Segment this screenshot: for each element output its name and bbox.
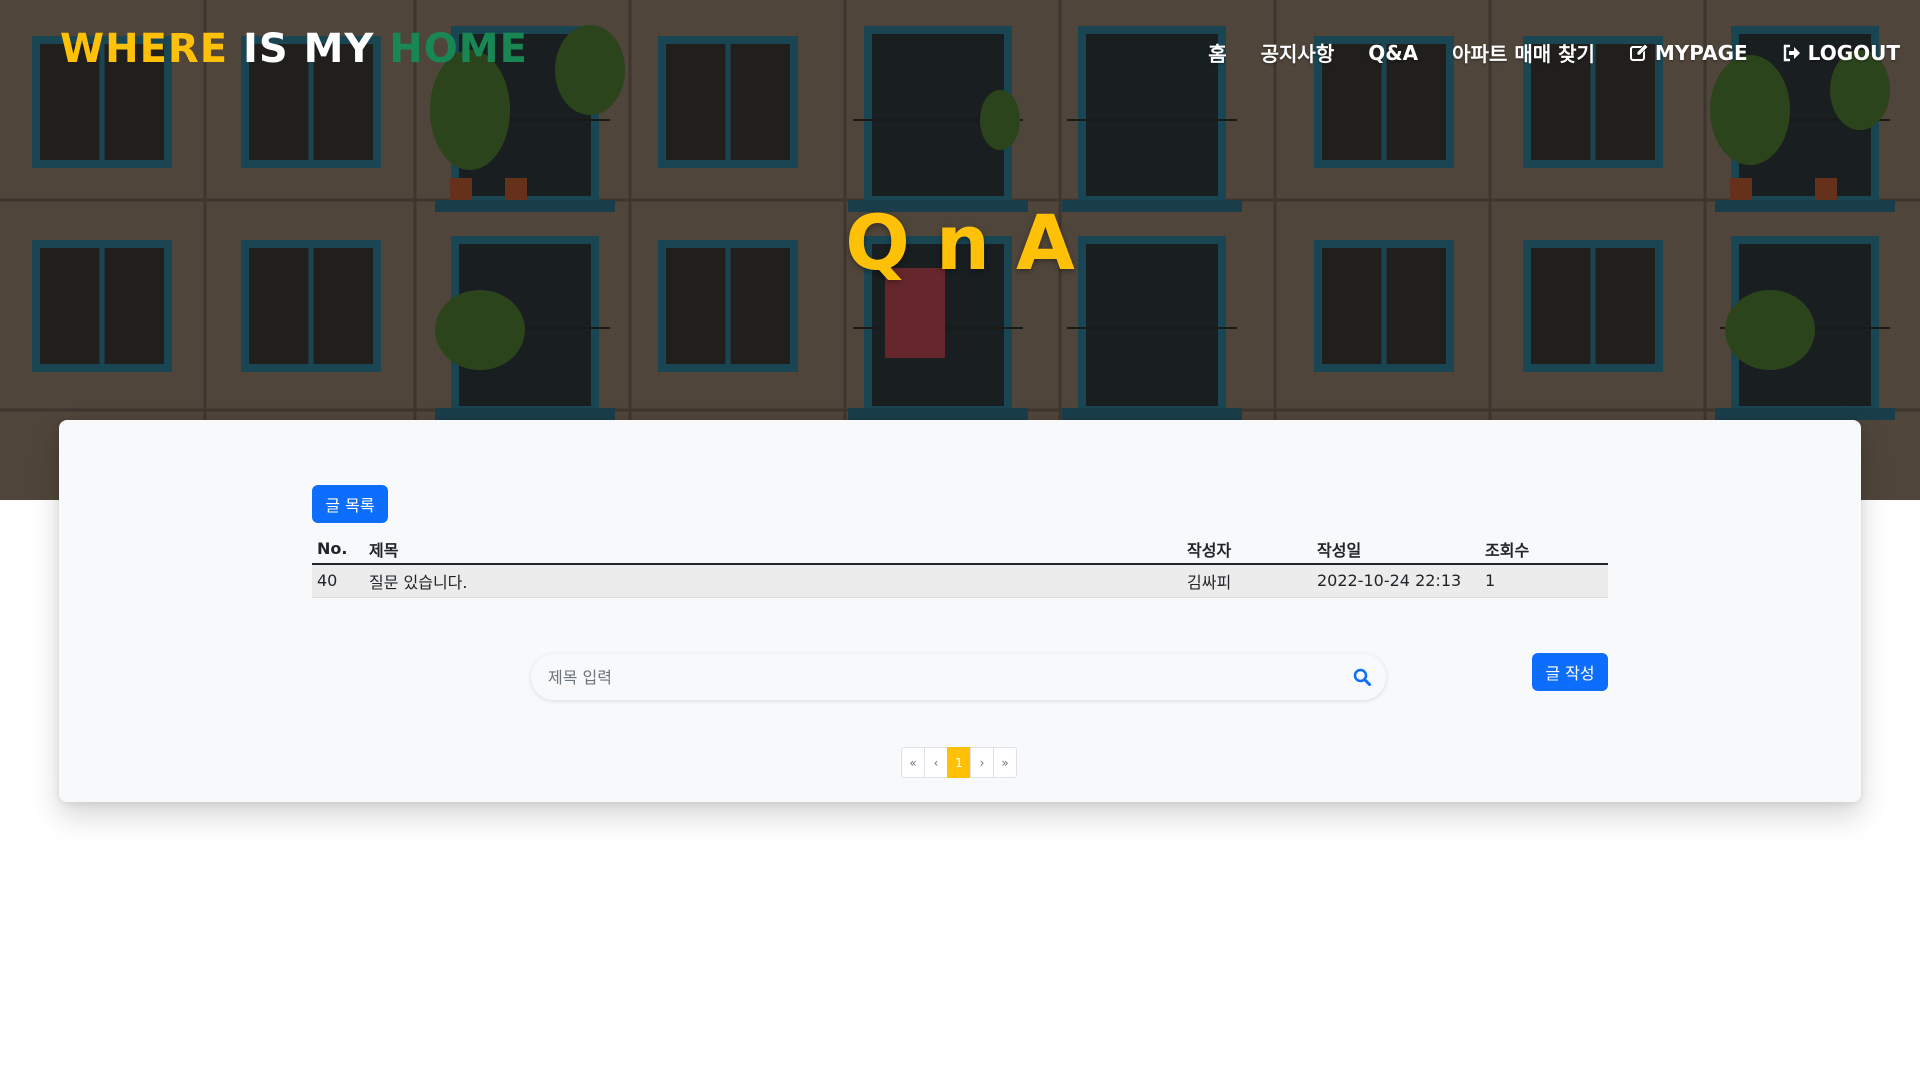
logout-icon xyxy=(1783,44,1800,61)
qna-table: No. 제목 작성자 작성일 조회수 40 질문 있습니다. 김싸피 2022-… xyxy=(312,530,1608,598)
brand-logo-part-where: WHERE xyxy=(60,26,243,72)
top-navigation: 홈 공지사항 Q&A 아파트 매매 찾기 MYPAGE LOGOUT xyxy=(1208,38,1900,67)
nav-mypage-link[interactable]: MYPAGE xyxy=(1629,41,1748,65)
column-header-title: 제목 xyxy=(364,530,1182,565)
nav-qna-link[interactable]: Q&A xyxy=(1368,41,1418,65)
search-icon xyxy=(1353,668,1371,686)
nav-qna-label: Q&A xyxy=(1368,40,1419,65)
column-header-author: 작성자 xyxy=(1182,530,1312,565)
search-bar xyxy=(531,654,1386,700)
table-header-row: No. 제목 작성자 작성일 조회수 xyxy=(312,530,1608,565)
cell-no: 40 xyxy=(312,564,364,598)
cell-views: 1 xyxy=(1480,564,1608,598)
brand-logo-part-is-my: IS MY xyxy=(242,26,390,72)
nav-apartment-search-label: 아파트 매매 찾기 xyxy=(1452,42,1595,66)
nav-notice-label: 공지사항 xyxy=(1260,42,1335,66)
brand-logo-part-home: HOME xyxy=(389,26,528,72)
page-last-button[interactable]: » xyxy=(993,747,1017,778)
cell-title-link[interactable]: 질문 있습니다. xyxy=(364,564,1182,598)
nav-logout-label: LOGOUT xyxy=(1807,40,1900,65)
search-button[interactable] xyxy=(1350,665,1374,689)
page-next-button[interactable]: › xyxy=(970,747,994,778)
nav-mypage-label: MYPAGE xyxy=(1654,40,1748,65)
write-post-button[interactable]: 글 작성 xyxy=(1532,653,1608,691)
nav-logout-link[interactable]: LOGOUT xyxy=(1782,41,1900,65)
page-current-button[interactable]: 1 xyxy=(947,747,971,778)
board-card: 글 목록 No. 제목 작성자 작성일 조회수 40 질문 있습니다. 김싸피 … xyxy=(59,420,1861,802)
cell-author: 김싸피 xyxy=(1182,564,1312,598)
page-prev-button[interactable]: ‹ xyxy=(924,747,948,778)
cell-date: 2022-10-24 22:13 xyxy=(1312,564,1480,598)
list-button[interactable]: 글 목록 xyxy=(312,485,388,523)
table-row[interactable]: 40 질문 있습니다. 김싸피 2022-10-24 22:13 1 xyxy=(312,564,1608,598)
column-header-date: 작성일 xyxy=(1312,530,1480,565)
search-input[interactable] xyxy=(531,654,1311,700)
column-header-no: No. xyxy=(312,530,364,565)
pagination: « ‹ 1 › » xyxy=(901,747,1017,778)
brand-logo[interactable]: WHERE IS MY HOME xyxy=(60,26,528,72)
nav-notice-link[interactable]: 공지사항 xyxy=(1261,38,1335,67)
nav-home-link[interactable]: 홈 xyxy=(1208,38,1226,67)
nav-apartment-search-link[interactable]: 아파트 매매 찾기 xyxy=(1452,38,1595,67)
nav-home-label: 홈 xyxy=(1208,42,1227,66)
column-header-views: 조회수 xyxy=(1480,530,1608,565)
page-title: QnA xyxy=(845,198,1101,287)
page-first-button[interactable]: « xyxy=(901,747,925,778)
edit-icon xyxy=(1629,43,1649,61)
